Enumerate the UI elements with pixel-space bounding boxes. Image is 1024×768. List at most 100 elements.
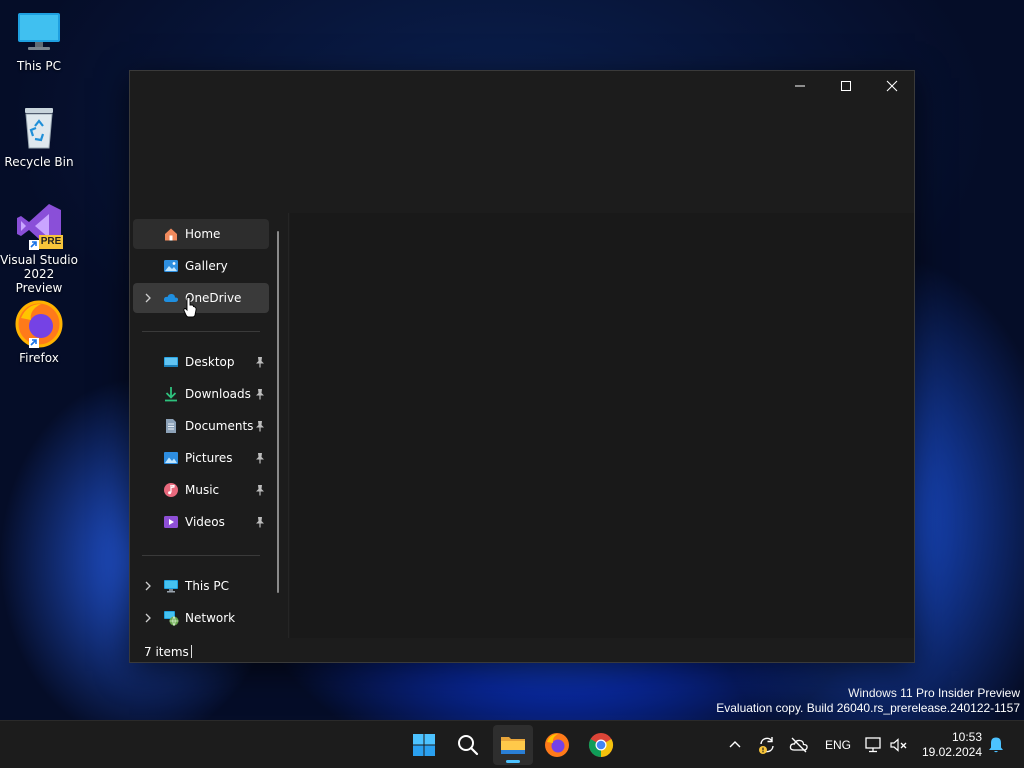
pane-divider[interactable]: [288, 213, 289, 638]
show-hidden-icons-button[interactable]: [725, 735, 745, 755]
minimize-icon: [795, 85, 805, 87]
file-explorer-taskbar-button[interactable]: [493, 725, 533, 765]
desktop-icon-recycle-bin[interactable]: Recycle Bin: [0, 104, 78, 169]
computer-icon: [164, 580, 178, 593]
nav-item-this-pc[interactable]: This PC: [133, 571, 269, 601]
clock-date: 19.02.2024: [921, 745, 982, 759]
close-icon: [886, 80, 898, 92]
onedrive-tray-button[interactable]: [789, 735, 809, 755]
nav-separator: [142, 555, 260, 556]
sync-button[interactable]: [757, 735, 777, 755]
close-button[interactable]: [869, 71, 915, 101]
desktop-icon-firefox[interactable]: Firefox: [0, 300, 78, 365]
music-icon: [164, 483, 178, 497]
volume-button[interactable]: [889, 735, 909, 755]
document-icon: [166, 419, 176, 433]
nav-item-label: Network: [185, 611, 236, 625]
monitor-icon: [15, 8, 63, 56]
nav-item-music[interactable]: Music: [133, 475, 269, 505]
nav-item-label: Home: [185, 227, 221, 241]
network-status-icon: [865, 737, 881, 753]
chevron-right-icon[interactable]: [141, 291, 155, 305]
recycle-bin-icon: [15, 104, 63, 152]
download-icon: [165, 387, 177, 402]
nav-item-label: Downloads: [185, 387, 251, 401]
pin-icon[interactable]: [254, 484, 266, 496]
nav-item-pictures[interactable]: Pictures: [133, 443, 269, 473]
chrome-taskbar-button[interactable]: [581, 725, 621, 765]
gallery-icon: [164, 260, 178, 272]
desktop-icon-label: Firefox: [19, 351, 59, 365]
nav-item-home[interactable]: Home: [133, 219, 269, 249]
nav-item-network[interactable]: Network: [133, 603, 269, 633]
search-icon: [458, 735, 479, 756]
volume-muted-icon: [890, 738, 907, 752]
desktop-icon-label-line2: 2022 Preview: [15, 267, 63, 295]
minimize-button[interactable]: [777, 71, 823, 101]
watermark-line2: Evaluation copy. Build 26040.rs_prerelea…: [716, 701, 1020, 715]
desktop-icon-label: Visual Studio: [0, 253, 78, 267]
desktop-icon-label: This PC: [17, 59, 61, 73]
desktop-icon-visual-studio[interactable]: PRE Visual Studio 2022 Preview: [0, 202, 78, 295]
home-icon: [165, 228, 177, 241]
network-status-button[interactable]: [864, 735, 884, 755]
nav-item-label: Pictures: [185, 451, 233, 465]
nav-scrollbar[interactable]: [277, 231, 279, 593]
nav-item-label: Music: [185, 483, 220, 497]
input-language[interactable]: ENG: [825, 738, 851, 752]
watermark-line1: Windows 11 Pro Insider Preview: [848, 686, 1020, 700]
firefox-taskbar-button[interactable]: [537, 725, 577, 765]
active-app-indicator: [506, 760, 520, 763]
nav-item-desktop[interactable]: Desktop: [133, 347, 269, 377]
item-count: 7 items: [144, 645, 189, 659]
pin-icon[interactable]: [254, 516, 266, 528]
nav-item-onedrive[interactable]: OneDrive: [133, 283, 269, 313]
maximize-button[interactable]: [823, 71, 869, 101]
chrome-icon: [588, 733, 614, 757]
nav-item-downloads[interactable]: Downloads: [133, 379, 269, 409]
nav-separator: [142, 331, 260, 332]
network-icon: [164, 611, 179, 626]
nav-item-documents[interactable]: Documents: [133, 411, 269, 441]
start-icon: [413, 734, 435, 756]
nav-item-label: Desktop: [185, 355, 235, 369]
command-bar-area: [130, 103, 914, 213]
bell-icon: [989, 737, 1003, 753]
file-explorer-icon: [501, 737, 525, 754]
watermark: Windows 11 Pro Insider Preview Evaluatio…: [716, 686, 1020, 716]
firefox-icon: [15, 300, 63, 348]
maximize-icon: [841, 81, 851, 91]
video-icon: [164, 516, 178, 528]
status-bar: 7 items: [130, 638, 914, 664]
content-pane[interactable]: [290, 213, 914, 638]
chevron-right-icon[interactable]: [141, 579, 155, 593]
pin-icon[interactable]: [254, 452, 266, 464]
chevron-up-icon: [729, 741, 741, 748]
firefox-icon: [545, 733, 569, 757]
start-button[interactable]: [404, 725, 444, 765]
pin-icon[interactable]: [254, 356, 266, 368]
sync-warning-icon: [759, 737, 774, 754]
desktop-icon-this-pc[interactable]: This PC: [0, 8, 78, 73]
cloud-icon: [163, 293, 179, 302]
nav-item-videos[interactable]: Videos: [133, 507, 269, 537]
picture-icon: [164, 452, 178, 464]
pin-icon[interactable]: [254, 388, 266, 400]
nav-item-label: Documents: [185, 419, 254, 433]
pin-icon[interactable]: [254, 420, 266, 432]
title-bar[interactable]: [130, 71, 914, 103]
chevron-right-icon[interactable]: [141, 611, 155, 625]
navigation-pane[interactable]: Home Gallery OneDrive Desktop Downloads …: [130, 213, 288, 638]
nav-item-label: OneDrive: [185, 291, 242, 305]
preview-badge: PRE: [39, 235, 63, 249]
search-button[interactable]: [448, 725, 488, 765]
file-explorer-window: Home Gallery OneDrive Desktop Downloads …: [129, 70, 915, 663]
nav-item-label: This PC: [185, 579, 229, 593]
notifications-button[interactable]: [986, 735, 1006, 755]
desktop-icon-label: Recycle Bin: [4, 155, 74, 169]
nav-item-gallery[interactable]: Gallery: [133, 251, 269, 281]
clock-time: 10:53: [951, 730, 982, 744]
nav-item-label: Gallery: [185, 259, 228, 273]
clock-button[interactable]: 10:53 19.02.2024: [918, 730, 982, 760]
cloud-offline-icon: [789, 737, 808, 753]
